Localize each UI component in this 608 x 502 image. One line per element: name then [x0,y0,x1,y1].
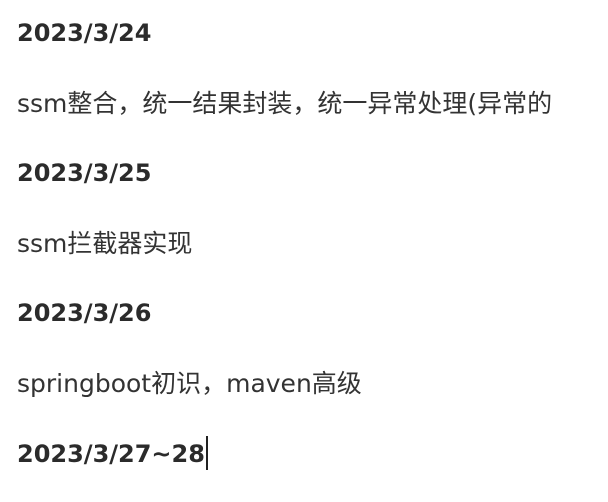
date-heading-current: 2023/3/27~28 [17,436,208,472]
entry-text: ssm整合，统一结果封装，统一异常处理(异常的 [17,89,553,118]
document-editor[interactable]: 2023/3/24 ssm整合，统一结果封装，统一异常处理(异常的 2023/3… [0,0,608,502]
entry-text: springboot初识，maven高级 [17,369,362,398]
date-heading: 2023/3/24 [17,19,152,47]
date-heading: 2023/3/25 [17,159,152,187]
text-cursor [205,436,208,470]
date-heading-text: 2023/3/27~28 [17,440,205,468]
date-heading: 2023/3/26 [17,299,152,327]
entry-text: ssm拦截器实现 [17,229,193,258]
